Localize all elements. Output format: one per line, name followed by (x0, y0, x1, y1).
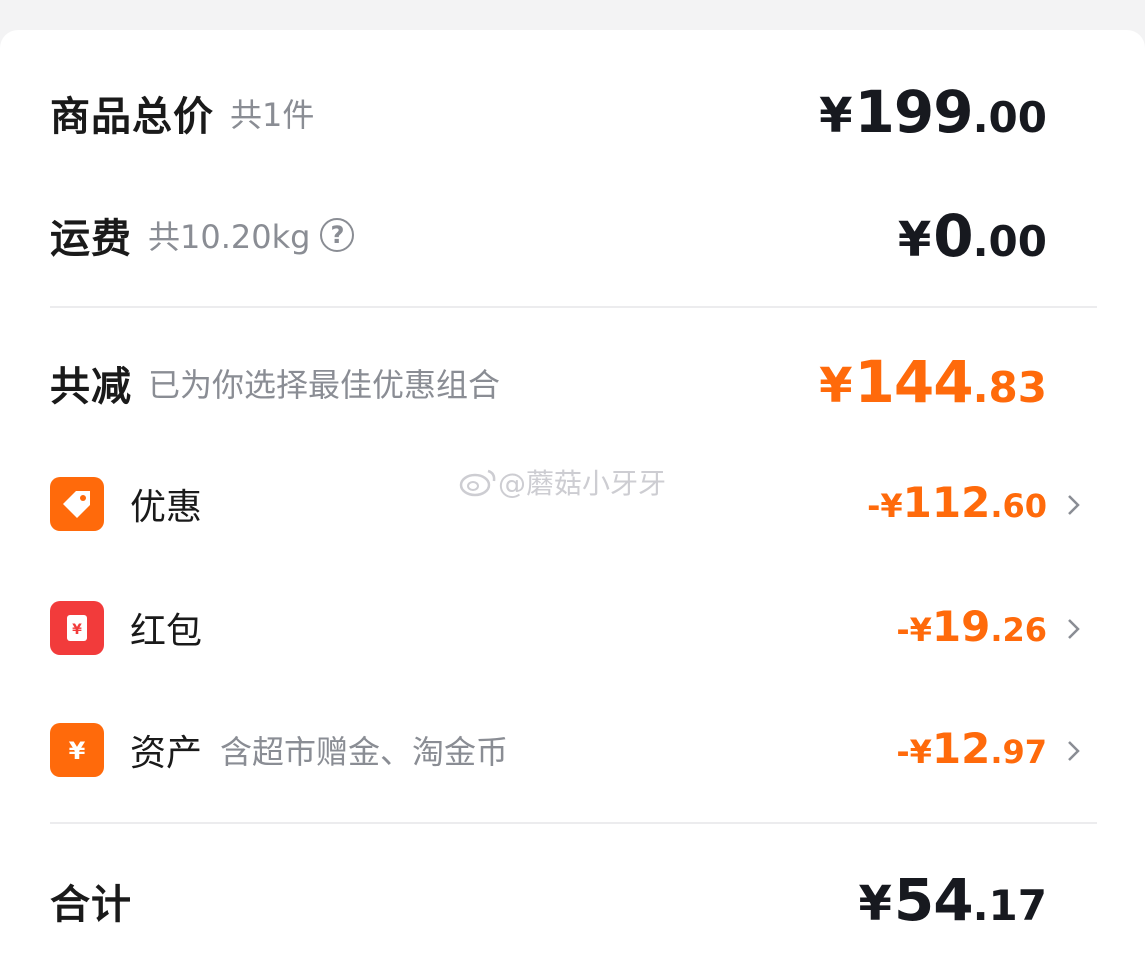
price-integer: 144 (854, 348, 974, 416)
shipping-price: ¥ 0 .00 (898, 202, 1047, 270)
price-decimal: .60 (990, 487, 1047, 525)
price-decimal: .97 (990, 733, 1047, 771)
chevron-right-icon[interactable] (1061, 738, 1087, 764)
divider (50, 822, 1097, 824)
chevron-right-icon[interactable] (1061, 492, 1087, 518)
goods-total-price: ¥ 199 .00 (819, 78, 1047, 146)
item-label: 资产 (130, 733, 203, 774)
watermark-text: @蘑菇小牙牙 (498, 467, 667, 500)
price-integer: 12 (931, 724, 991, 773)
currency-symbol: ¥ (858, 876, 892, 932)
discount-total-label: 共减 (50, 364, 132, 410)
price-prefix: -¥ (896, 611, 932, 649)
price-integer: 112 (902, 478, 991, 527)
coupon-amount: -¥ 112 .60 (867, 478, 1047, 527)
discount-hint: 已为你选择最佳优惠组合 (148, 366, 501, 404)
item-sub: 含超市赠金、淘金币 (220, 733, 509, 771)
price-integer: 199 (854, 78, 974, 146)
price-prefix: -¥ (867, 487, 903, 525)
currency-symbol: ¥ (897, 212, 932, 268)
red-packet-amount: -¥ 19 .26 (896, 602, 1047, 651)
price-integer: 0 (933, 202, 973, 270)
red-packet-icon: ¥ (50, 601, 104, 655)
item-label: 红包 (130, 611, 203, 652)
shipping-weight: 共10.20kg (148, 218, 311, 256)
svg-text:¥: ¥ (69, 737, 86, 765)
price-decimal: .17 (972, 881, 1047, 930)
chevron-right-icon[interactable] (1061, 616, 1087, 642)
price-decimal: .26 (990, 611, 1047, 649)
assets-amount: -¥ 12 .97 (896, 724, 1047, 773)
price-decimal: .00 (972, 217, 1047, 266)
svg-text:¥: ¥ (72, 622, 82, 638)
watermark: @蘑菇小牙牙 (458, 462, 666, 502)
price-decimal: .00 (972, 93, 1047, 142)
item-label: 优惠 (130, 487, 203, 528)
price-decimal: .83 (972, 363, 1047, 412)
weibo-icon (459, 469, 496, 497)
tag-icon (50, 477, 104, 531)
currency-symbol: ¥ (819, 88, 853, 144)
total-label: 合计 (50, 882, 132, 928)
price-integer: 54 (893, 866, 974, 934)
goods-count: 共1件 (230, 96, 315, 134)
price-integer: 19 (931, 602, 991, 651)
price-prefix: -¥ (896, 733, 932, 771)
total-price: ¥ 54 .17 (858, 866, 1047, 934)
goods-total-label: 商品总价 (50, 94, 214, 140)
question-circle-icon[interactable]: ? (320, 218, 355, 252)
yuan-coin-icon: ¥ (50, 723, 104, 777)
discount-total-price: ¥ 144 .83 (819, 348, 1047, 416)
shipping-label: 运费 (50, 216, 132, 262)
currency-symbol: ¥ (819, 358, 853, 414)
divider (50, 306, 1097, 308)
